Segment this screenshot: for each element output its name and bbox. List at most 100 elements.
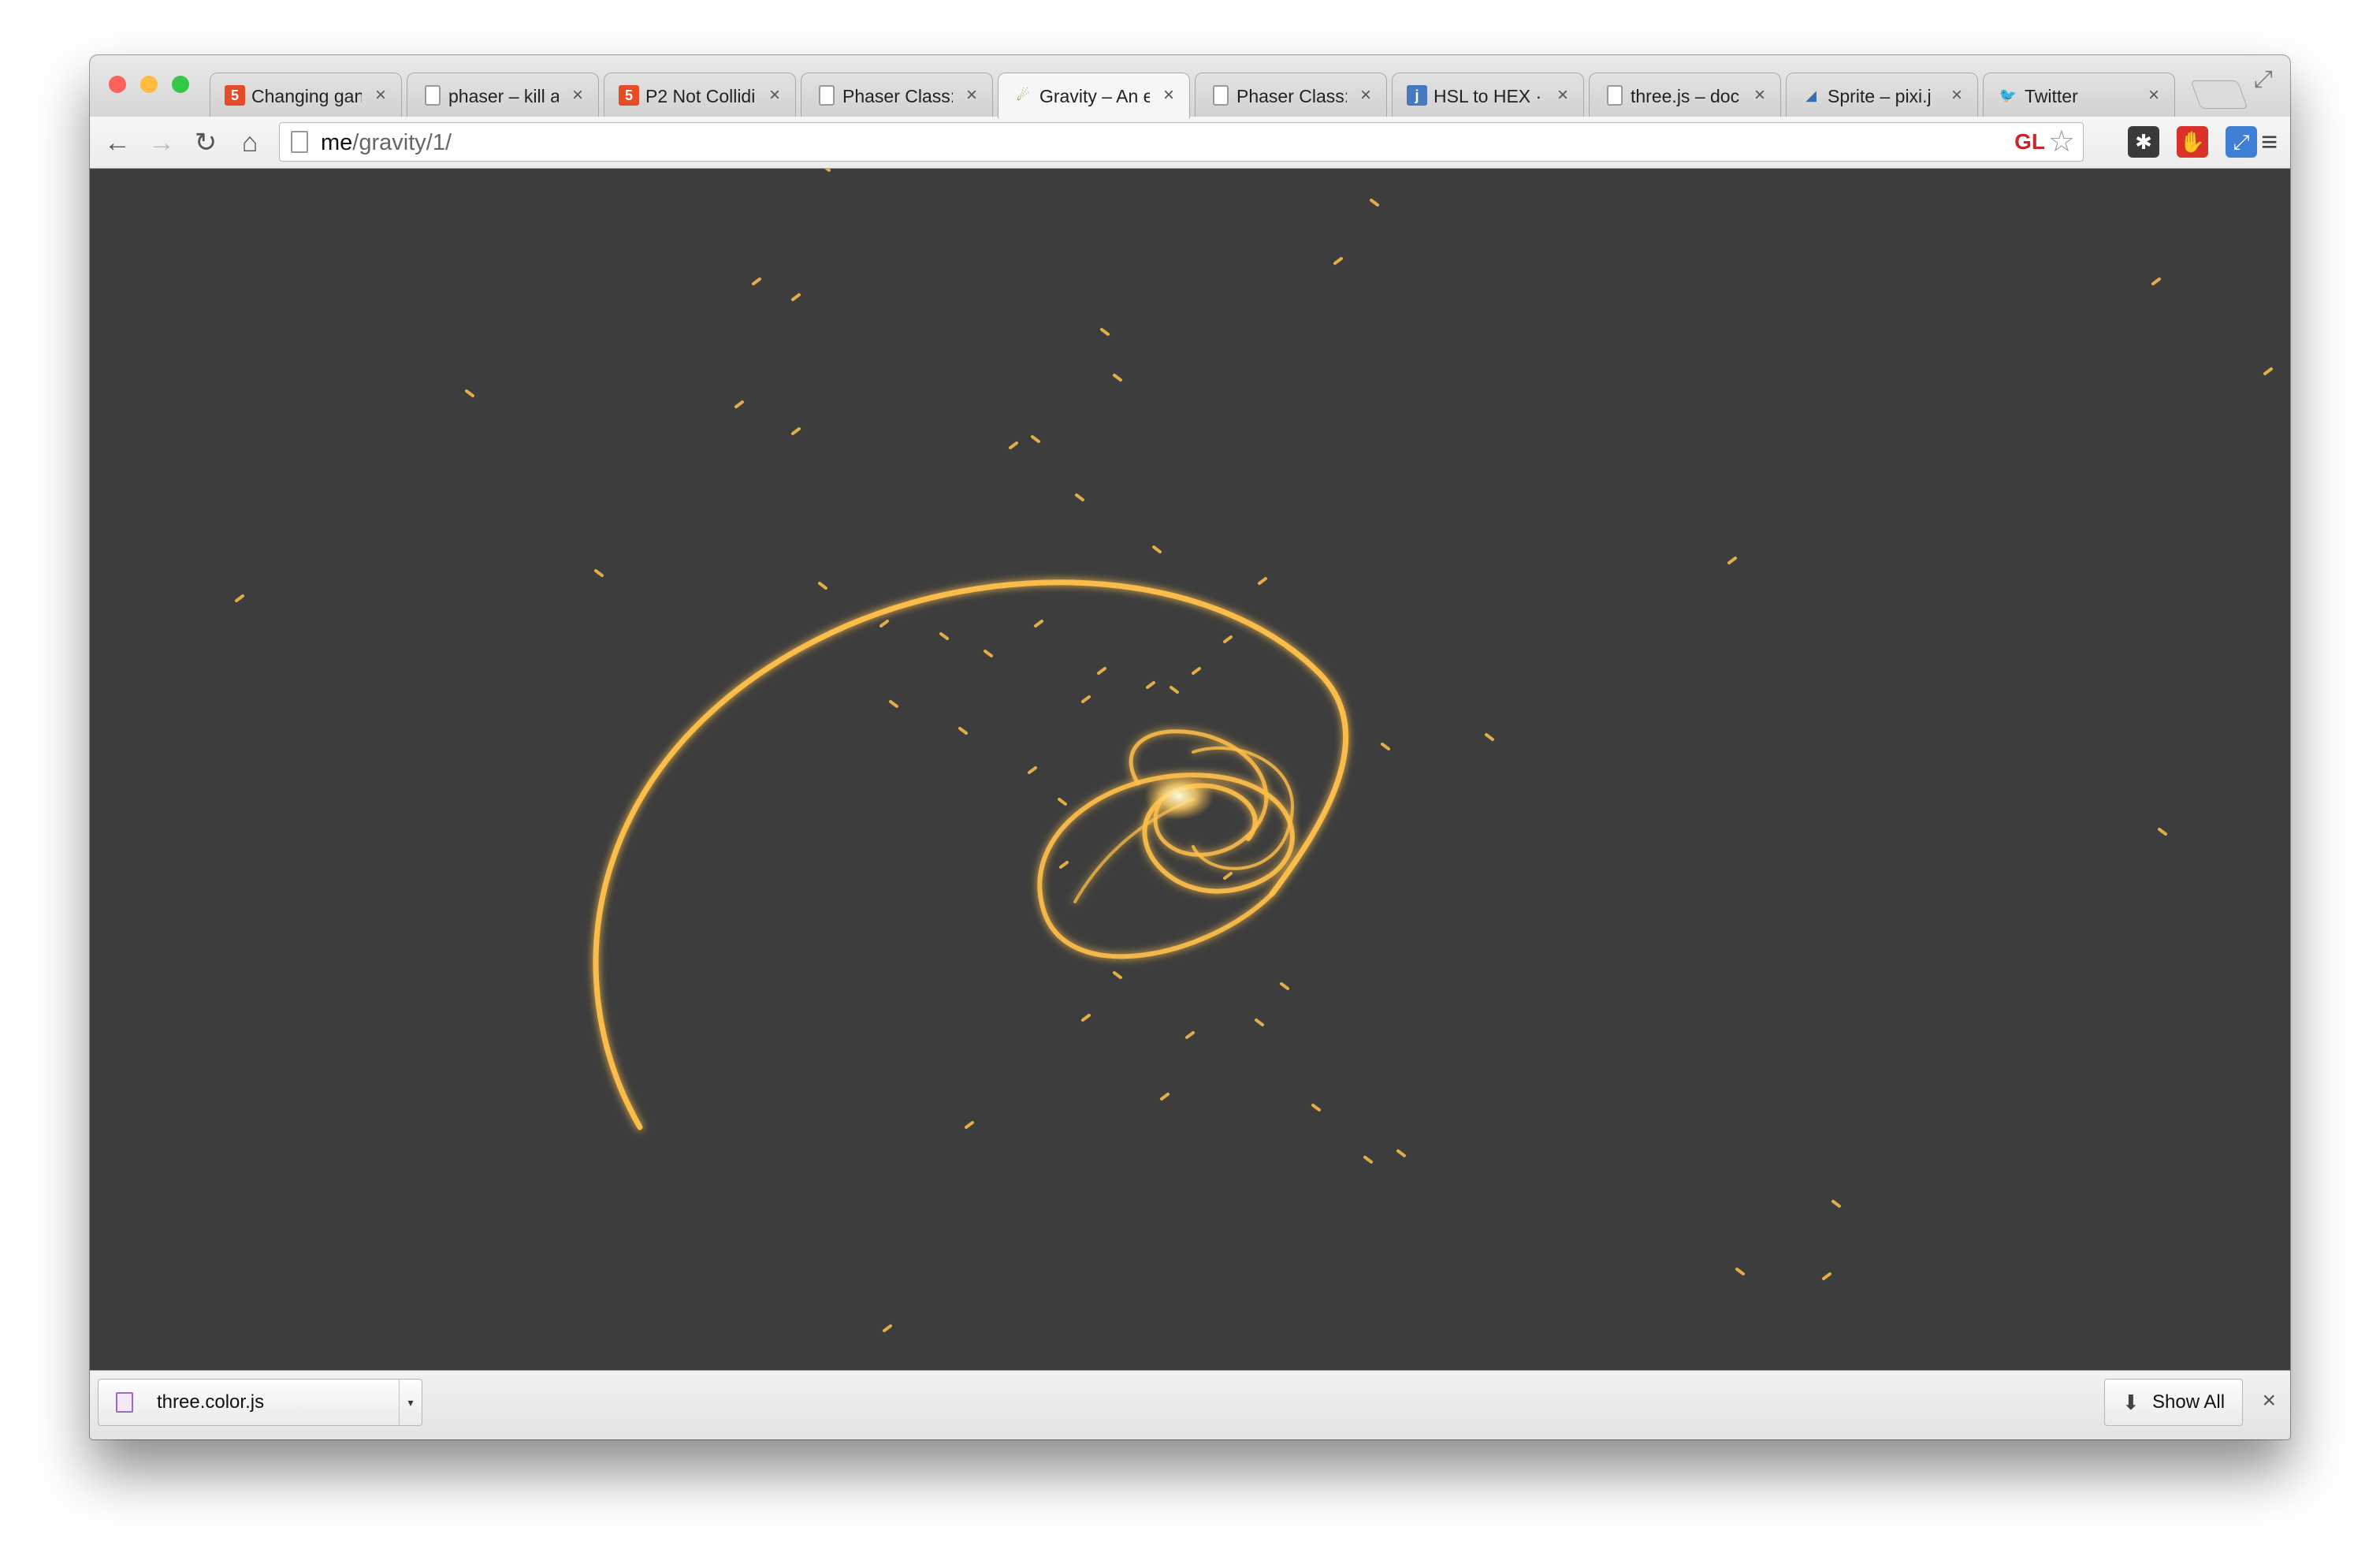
particle-speck <box>1822 1272 1831 1280</box>
tab-close-icon[interactable]: × <box>1553 84 1572 107</box>
particle-speck <box>1170 686 1179 694</box>
tab-title: Twitter <box>2025 86 2078 106</box>
download-file-name[interactable]: three.color.js <box>157 1391 264 1414</box>
particle-speck <box>2158 828 2167 836</box>
particle-speck <box>879 620 889 627</box>
tab-title: Changing gan <box>251 86 362 106</box>
tab-3[interactable]: 5 P2 Not Collidi × <box>604 73 796 117</box>
particle-speck <box>791 427 801 435</box>
tab-6[interactable]: Phaser Class: × <box>1195 73 1387 117</box>
twitter-icon: 🐦 <box>1999 88 2017 103</box>
particle-speck <box>1152 546 1162 553</box>
tab-2[interactable]: phaser – kill a × <box>407 73 599 117</box>
blue-extension-icon[interactable]: ⤢ <box>2226 126 2257 158</box>
particle-speck <box>818 582 827 590</box>
document-icon <box>425 85 441 106</box>
address-bar[interactable]: me/gravity/1/ GL ☆ <box>279 122 2084 162</box>
particle-speck <box>1028 766 1037 774</box>
tab-1[interactable]: 5 Changing gan × <box>210 73 402 117</box>
particle-speck <box>1192 667 1201 675</box>
particle-speck <box>889 700 898 708</box>
tab-close-icon[interactable]: × <box>2144 84 2163 107</box>
particle-speck <box>1396 1149 1406 1157</box>
tab-close-icon[interactable]: × <box>962 84 981 107</box>
download-item[interactable]: three.color.js ▾ <box>98 1379 422 1426</box>
particle-speck <box>1113 374 1122 382</box>
particle-core-glow <box>1144 773 1214 820</box>
particle-speck <box>1255 1018 1264 1026</box>
tab-5[interactable]: ☄ Gravity – An e × <box>998 73 1190 118</box>
show-all-downloads-button[interactable]: ⬇ Show All <box>2104 1379 2243 1426</box>
show-all-label: Show All <box>2152 1391 2226 1413</box>
particle-speck <box>1075 493 1084 501</box>
stop-hand-extension-icon[interactable]: ✋ <box>2177 126 2208 158</box>
download-menu-arrow[interactable]: ▾ <box>399 1380 422 1425</box>
particle-speck <box>1381 743 1390 750</box>
particle-speck <box>1097 667 1106 675</box>
particle-speck <box>1370 199 1379 207</box>
particle-speck <box>1258 577 1267 585</box>
chrome-menu-icon[interactable]: ≡ <box>2261 125 2278 159</box>
tab-7[interactable]: j HSL to HEX · j × <box>1392 73 1584 117</box>
browser-toolbar: ← → ↻ ⌂ me/gravity/1/ GL ☆ ✱ ✋ ⤢ ≡ <box>90 117 2290 169</box>
window-close-button[interactable] <box>109 76 126 93</box>
gravity-canvas[interactable] <box>90 169 2290 1370</box>
back-button[interactable]: ← <box>99 125 136 161</box>
tab-close-icon[interactable]: × <box>1159 84 1178 107</box>
particle-speck <box>824 169 831 172</box>
particle-speck <box>734 400 744 408</box>
url-host: me <box>321 130 353 155</box>
particle-speck <box>235 594 244 602</box>
particle-speck <box>594 569 604 577</box>
tab-close-icon[interactable]: × <box>371 84 390 107</box>
particle-speck <box>883 1324 892 1332</box>
gravity-icon: ☄ <box>1016 88 1030 103</box>
particle-speck <box>939 632 949 640</box>
bookmark-star-icon[interactable]: ☆ <box>2048 126 2075 158</box>
forward-button[interactable]: → <box>143 125 180 161</box>
particle-speck <box>1059 861 1069 869</box>
download-arrow-icon: ⬇ <box>2122 1391 2140 1414</box>
home-button[interactable]: ⌂ <box>232 125 268 161</box>
tab-8[interactable]: three.js – doc × <box>1589 73 1781 117</box>
tab-title: Phaser Class: <box>1236 86 1347 106</box>
window-zoom-button[interactable] <box>172 76 189 93</box>
html5-icon: 5 <box>619 85 639 106</box>
tab-9[interactable]: ◢ Sprite – pixi.j × <box>1786 73 1978 117</box>
particle-speck <box>752 277 761 285</box>
particle-speck <box>1081 695 1091 703</box>
window-minimize-button[interactable] <box>140 76 158 93</box>
particle-speck <box>2263 367 2273 375</box>
particle-speck <box>1363 1156 1373 1164</box>
particle-speck <box>965 1121 974 1129</box>
tab-4[interactable]: Phaser Class: × <box>801 73 993 117</box>
pixi-icon: ◢ <box>1805 88 1817 103</box>
particle-speck <box>1160 1093 1170 1100</box>
jsfiddle-icon: j <box>1407 85 1427 106</box>
js-file-icon <box>116 1392 133 1413</box>
url-text[interactable]: me/gravity/1/ <box>321 129 452 156</box>
title-bar: 5 Changing gan × phaser – kill a × 5 P2 Not Co… <box>90 55 2290 118</box>
particle-speck <box>1223 872 1233 880</box>
particle-speck <box>1034 620 1043 627</box>
asterisk-extension-icon[interactable]: ✱ <box>2128 126 2159 158</box>
particle-speck <box>1113 971 1122 979</box>
reload-button[interactable]: ↻ <box>188 125 224 161</box>
document-icon <box>1607 85 1623 106</box>
close-downloads-bar-button[interactable]: × <box>2262 1385 2276 1417</box>
tab-title: Gravity – An e <box>1039 86 1150 106</box>
tab-close-icon[interactable]: × <box>1750 84 1769 107</box>
particle-scene <box>235 169 2273 1332</box>
tab-close-icon[interactable]: × <box>1356 84 1375 107</box>
tab-close-icon[interactable]: × <box>568 84 587 107</box>
tab-10[interactable]: 🐦 Twitter × <box>1983 73 2175 117</box>
particle-speck <box>1735 1268 1745 1275</box>
particle-speck <box>1146 681 1155 689</box>
gl-badge-icon[interactable]: GL <box>2014 128 2045 156</box>
tab-title: Phaser Class: <box>842 86 953 106</box>
tab-close-icon[interactable]: × <box>765 84 784 107</box>
new-tab-button[interactable] <box>2190 80 2248 109</box>
tab-close-icon[interactable]: × <box>1947 84 1966 107</box>
fullscreen-icon[interactable]: ⤢ <box>2254 66 2273 93</box>
particle-speck <box>2151 277 2161 285</box>
